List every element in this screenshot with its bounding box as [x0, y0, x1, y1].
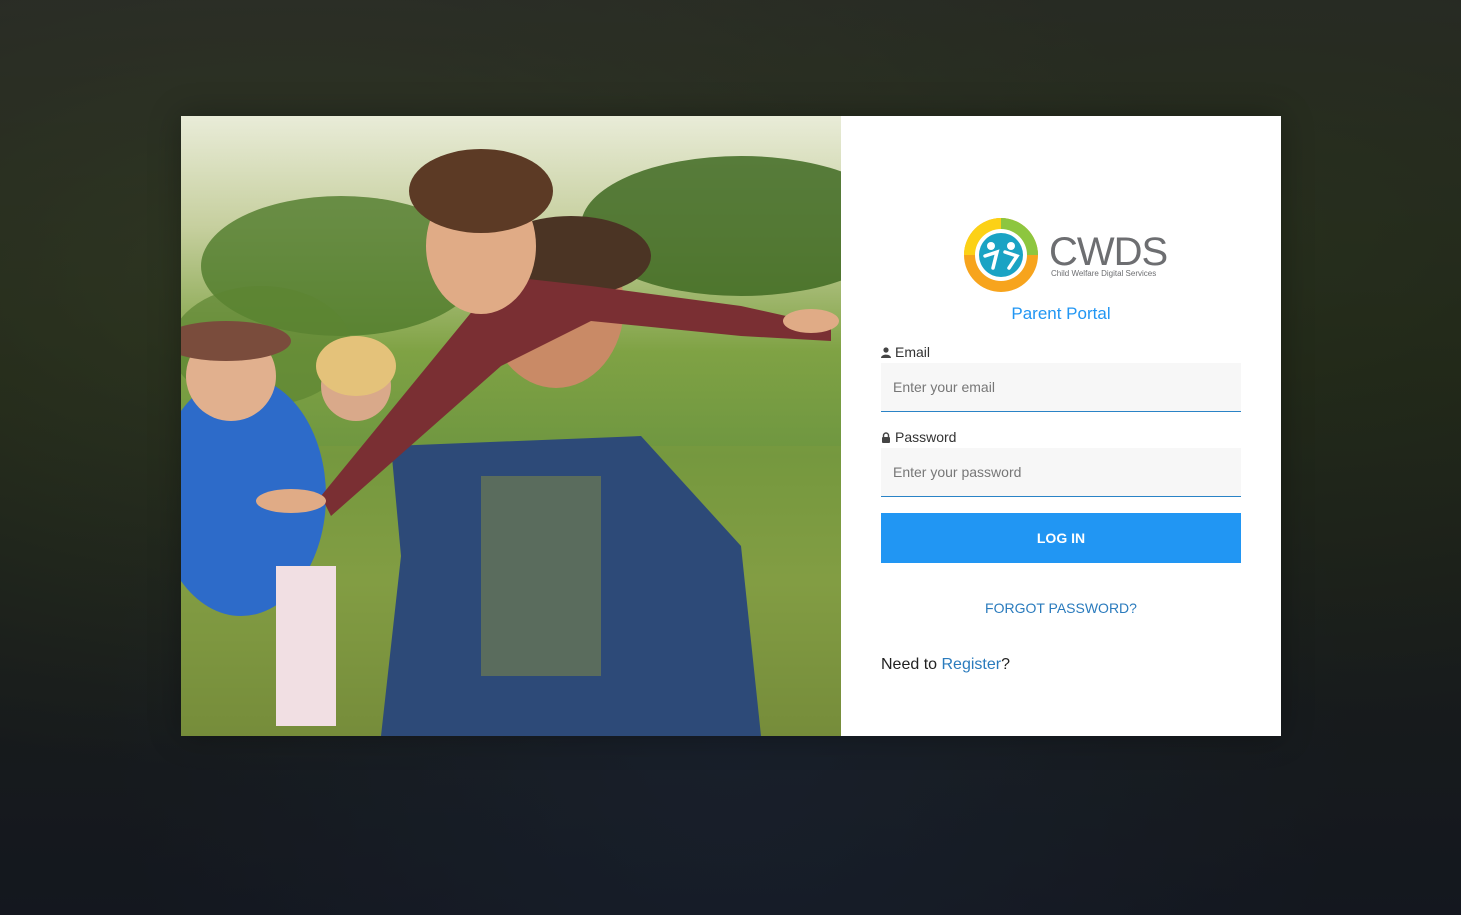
lock-icon — [882, 431, 890, 443]
login-modal: CWDS Child Welfare Digital Services Pare… — [181, 116, 1281, 736]
register-suffix: ? — [1001, 656, 1010, 673]
page-title: Parent Portal — [1011, 304, 1111, 323]
user-icon — [881, 346, 891, 358]
logo-tagline: Child Welfare Digital Services — [1051, 269, 1157, 278]
forgot-password-link[interactable]: FORGOT PASSWORD? — [841, 600, 1281, 616]
register-link[interactable]: Register — [941, 656, 1001, 673]
register-prompt: Need to Register? — [881, 656, 1010, 674]
register-prefix: Need to — [881, 656, 942, 673]
login-form-panel: CWDS Child Welfare Digital Services Pare… — [841, 116, 1281, 736]
email-label: Email — [881, 344, 930, 360]
email-field[interactable] — [881, 363, 1241, 412]
password-label-text: Password — [895, 429, 957, 445]
cwds-logo: CWDS Child Welfare Digital Services — [961, 216, 1168, 294]
password-field[interactable] — [881, 448, 1241, 497]
family-photo — [181, 116, 841, 736]
password-label: Password — [881, 429, 956, 445]
email-label-text: Email — [895, 344, 931, 360]
login-button[interactable]: LOG IN — [881, 513, 1241, 563]
cwds-logo-icon — [964, 218, 1038, 292]
